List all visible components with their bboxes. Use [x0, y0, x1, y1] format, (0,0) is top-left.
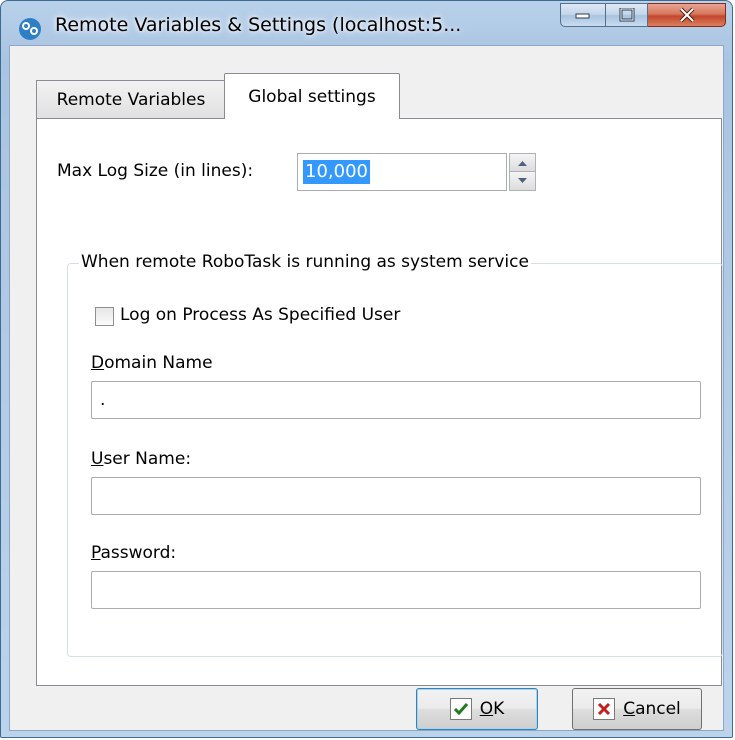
max-log-size-value: 10,000	[303, 160, 370, 184]
system-service-group-title: When remote RoboTask is running as syste…	[79, 252, 531, 272]
domain-name-input[interactable]: .	[91, 381, 701, 419]
close-icon	[679, 7, 694, 23]
user-name-input[interactable]	[91, 477, 701, 515]
password-label: Password:	[91, 543, 177, 563]
ok-button[interactable]: OK	[416, 688, 538, 730]
tab-remote-variables[interactable]: Remote Variables	[36, 80, 226, 118]
max-log-size-input[interactable]: 10,000	[297, 153, 507, 191]
close-button[interactable]	[648, 3, 726, 27]
log-on-specified-user-checkbox[interactable]	[95, 307, 114, 326]
max-log-size-spinner[interactable]	[509, 153, 536, 191]
ok-button-label: OK	[479, 699, 505, 719]
spin-up-button[interactable]	[509, 153, 536, 172]
user-name-label: User Name:	[91, 449, 192, 469]
max-log-size-label: Max Log Size (in lines):	[57, 161, 254, 181]
cancel-button-label: Cancel	[623, 699, 681, 719]
password-input[interactable]	[91, 571, 701, 609]
window-title: Remote Variables & Settings (localhost:5…	[55, 14, 462, 36]
x-icon	[593, 698, 616, 720]
cancel-button[interactable]: Cancel	[572, 688, 702, 730]
global-settings-panel: Max Log Size (in lines): 10,000 When rem…	[36, 118, 723, 686]
dialog-window: Remote Variables & Settings (localhost:5…	[0, 0, 733, 738]
maximize-icon	[619, 8, 634, 22]
chevron-up-icon	[518, 160, 527, 166]
minimize-button[interactable]	[560, 3, 606, 27]
minimize-icon	[575, 13, 590, 19]
chevron-down-icon	[518, 178, 527, 183]
domain-name-label: Domain Name	[91, 353, 213, 373]
checkmark-icon	[449, 698, 472, 720]
maximize-button[interactable]	[606, 3, 648, 27]
log-on-specified-user-label[interactable]: Log on Process As Specified User	[120, 305, 400, 325]
caption-buttons	[560, 3, 726, 29]
dialog-client-area: Remote Variables Global settings Max Log…	[9, 45, 724, 731]
title-bar[interactable]: Remote Variables & Settings (localhost:5…	[1, 1, 732, 45]
tab-global-settings[interactable]: Global settings	[224, 73, 400, 119]
spin-down-button[interactable]	[509, 172, 536, 191]
robotask-app-icon	[19, 18, 41, 40]
